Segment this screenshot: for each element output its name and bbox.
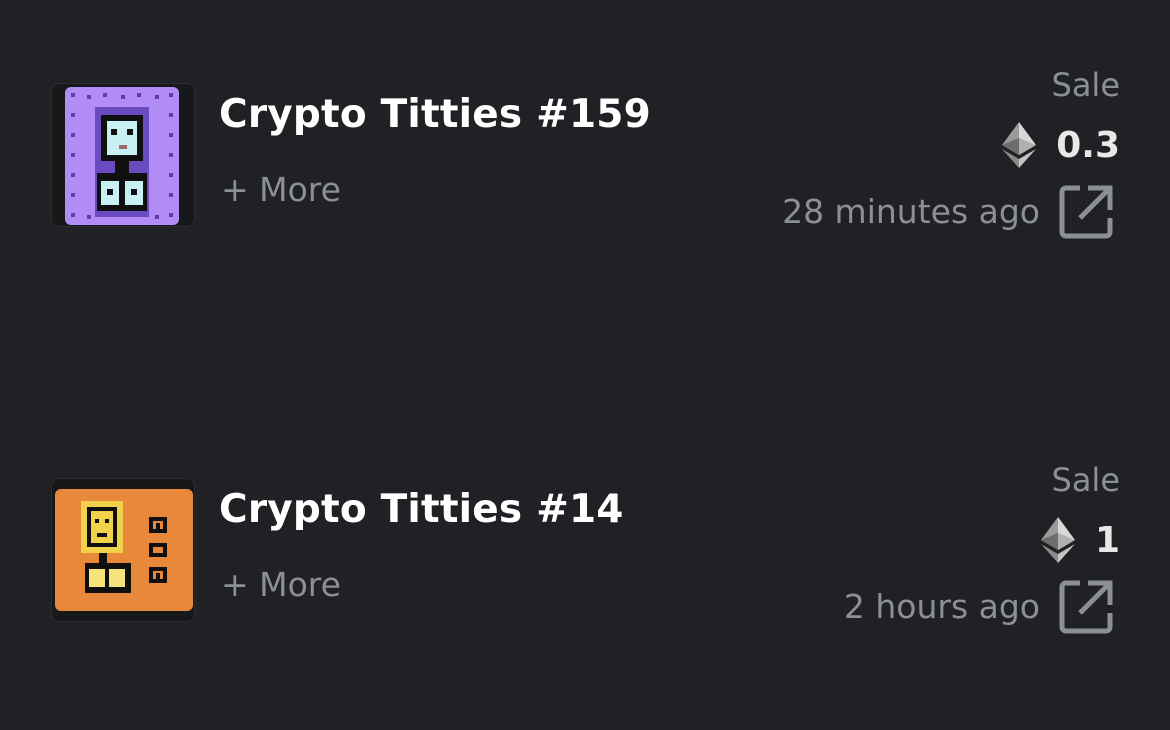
- external-link-icon[interactable]: [1058, 184, 1114, 240]
- more-toggle[interactable]: + More: [221, 565, 341, 604]
- nft-thumbnail[interactable]: [51, 83, 195, 227]
- price-group: 1: [1040, 515, 1120, 565]
- sale-price: 1: [1094, 519, 1120, 561]
- nft-title[interactable]: Crypto Titties #14: [219, 487, 624, 532]
- sale-price: 0.3: [1056, 124, 1120, 166]
- ethereum-icon: [1002, 122, 1037, 168]
- event-time: 2 hours ago: [843, 587, 1040, 626]
- ethereum-icon: [1040, 517, 1075, 563]
- activity-item: Crypto Titties #159 + More Sale 0.3 28 m…: [0, 66, 1170, 239]
- event-type-label: Sale: [1051, 66, 1121, 104]
- event-time: 28 minutes ago: [782, 192, 1040, 231]
- nft-thumbnail-purple-image: [65, 87, 179, 225]
- price-group: 0.3: [1002, 120, 1120, 170]
- nft-title[interactable]: Crypto Titties #159: [219, 92, 651, 137]
- nft-thumbnail[interactable]: [51, 478, 195, 622]
- nft-thumbnail-orange-image: [55, 489, 193, 611]
- activity-item: Crypto Titties #14 + More Sale 1 2 hours…: [0, 461, 1170, 634]
- external-link-icon[interactable]: [1058, 579, 1114, 635]
- event-type-label: Sale: [1051, 461, 1121, 499]
- more-toggle[interactable]: + More: [221, 170, 341, 209]
